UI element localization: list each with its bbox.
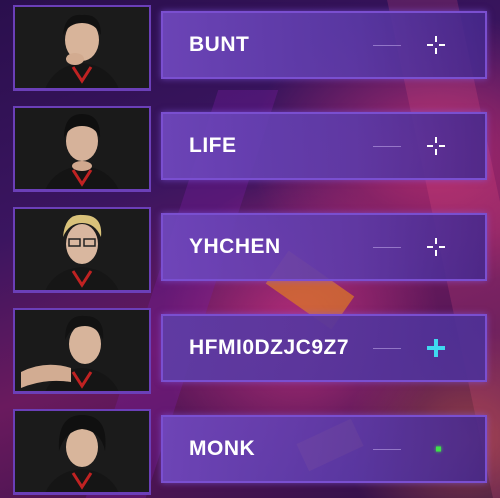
player-name: HFMI0DZJC9Z7 xyxy=(189,336,350,359)
player-row[interactable]: MONK xyxy=(0,409,500,495)
player-portrait xyxy=(13,308,151,394)
player-name: LIFE xyxy=(189,134,237,157)
crosshair-icon xyxy=(427,137,445,155)
player-name: MONK xyxy=(189,437,256,460)
player-name-bar[interactable]: LIFE xyxy=(161,112,487,180)
crosshair-icon xyxy=(427,238,445,256)
player-name-bar[interactable]: BUNT xyxy=(161,11,487,79)
player-portrait xyxy=(13,5,151,91)
crosshair-icon xyxy=(427,36,445,54)
player-portrait xyxy=(13,207,151,293)
divider-line xyxy=(373,146,401,147)
divider-line xyxy=(373,247,401,248)
player-row[interactable]: HFMI0DZJC9Z7 xyxy=(0,308,500,394)
player-name: BUNT xyxy=(189,33,250,56)
player-name-bar[interactable]: MONK xyxy=(161,415,487,483)
player-name-bar[interactable]: YHCHEN xyxy=(161,213,487,281)
player-portrait xyxy=(13,106,151,192)
divider-line xyxy=(373,449,401,450)
player-name: YHCHEN xyxy=(189,235,281,258)
player-row[interactable]: YHCHEN xyxy=(0,207,500,293)
player-row[interactable]: BUNT xyxy=(0,5,500,91)
divider-line xyxy=(373,45,401,46)
player-row[interactable]: LIFE xyxy=(0,106,500,192)
player-name-bar[interactable]: HFMI0DZJC9Z7 xyxy=(161,314,487,382)
plus-icon xyxy=(427,339,445,357)
divider-line xyxy=(373,348,401,349)
player-portrait xyxy=(13,409,151,495)
ready-dot-icon xyxy=(436,446,441,452)
